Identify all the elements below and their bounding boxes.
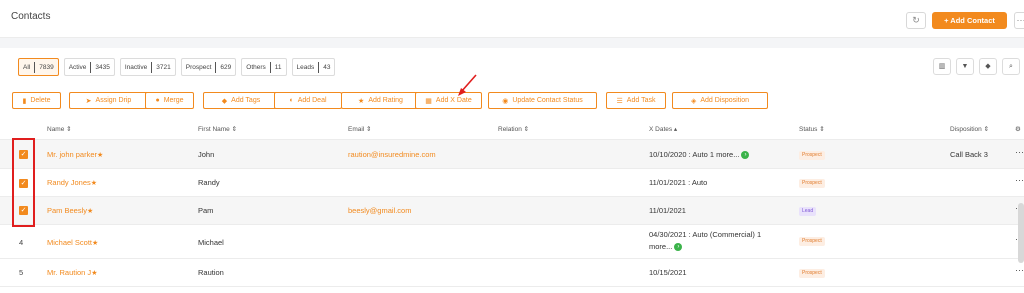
disposition: Call Back 3: [950, 150, 988, 159]
contact-name-link[interactable]: Michael Scott★: [47, 238, 98, 247]
row-menu-icon[interactable]: ⋯: [1015, 147, 1024, 158]
row-number: 5: [19, 268, 24, 277]
refresh-icon: ↻: [912, 15, 920, 25]
users-icon: ●: [155, 97, 160, 104]
table-tools: ▥ ▼ ◆ ⌕: [933, 58, 1020, 75]
column-header-first-name[interactable]: First Name ⇕: [198, 125, 237, 133]
contact-name-link[interactable]: Randy Jones★: [47, 178, 97, 187]
row-menu-icon[interactable]: ⋯: [1015, 175, 1024, 186]
search-icon: ⌕: [1009, 63, 1013, 70]
x-dates: 11/01/2021: [649, 206, 686, 215]
first-name: John: [198, 150, 215, 159]
x-dates-more: more... ›: [649, 242, 683, 252]
calendar-icon: ▦: [425, 97, 432, 105]
trash-icon: ▮: [22, 97, 27, 105]
add-deal-button[interactable]: ◐ Add Deal: [274, 92, 342, 109]
tag-icon: ◆: [985, 63, 991, 70]
table-row[interactable]: 5 Mr. Raution J★ Raution 10/15/2021 Pros…: [0, 259, 1024, 287]
first-name: Pam: [198, 206, 214, 215]
row-menu-icon[interactable]: ⋯: [1015, 265, 1024, 276]
x-dates: 10/15/2021: [649, 268, 687, 277]
more-xdates-icon[interactable]: ›: [674, 243, 683, 252]
column-header-status[interactable]: Status ⇕: [799, 125, 825, 133]
email-link[interactable]: beesly@gmail.com: [348, 206, 411, 215]
table-row[interactable]: ✓ Mr. john parker★ John raution@insuredm…: [0, 140, 1024, 169]
tag-icon: ◆: [221, 97, 228, 105]
vertical-scrollbar[interactable]: [1018, 203, 1024, 263]
star-icon: ★: [358, 97, 365, 105]
status-badge: Prospect: [799, 269, 825, 278]
layers-icon: ◈: [690, 97, 697, 105]
first-name: Randy: [198, 178, 220, 187]
filter-icon: ▼: [961, 63, 969, 70]
x-dates: 04/30/2021 : Auto (Commercial) 1: [649, 230, 762, 239]
status-filter-bar: All 7839 Active 3435 Inactive 3721 Prospect…: [18, 58, 336, 76]
add-task-button[interactable]: ☰ Add Task: [606, 92, 666, 109]
table-header: Name ⇕ First Name ⇕ Email ⇕ Relation ⇕ X…: [0, 118, 1024, 140]
list-icon: ☰: [616, 97, 623, 105]
status-badge: Prospect: [799, 151, 825, 160]
column-header-disposition[interactable]: Disposition ⇕: [950, 125, 989, 133]
status-badge: Prospect: [799, 237, 825, 246]
x-dates: 11/01/2021 : Auto: [649, 178, 708, 187]
send-icon: ➤: [85, 97, 92, 105]
column-header-x-dates[interactable]: X Dates ▴: [649, 125, 677, 133]
star-icon: ★: [91, 270, 98, 277]
row-number: 4: [19, 238, 24, 247]
columns-button[interactable]: ▥: [933, 58, 951, 75]
more-icon: ⋯: [1016, 15, 1024, 25]
assign-drip-button[interactable]: ➤ Assign Drip: [69, 92, 148, 109]
contact-name-link[interactable]: Mr. Raution J★: [47, 268, 97, 277]
table-row[interactable]: ✓ Pam Beesly★ Pam beesly@gmail.com 11/01…: [0, 197, 1024, 225]
more-xdates-icon[interactable]: ›: [741, 151, 750, 160]
top-bar: Contacts ↻ + Add Contact ⋯: [0, 0, 1024, 38]
contact-name-link[interactable]: Mr. john parker★: [47, 150, 103, 159]
status-badge: Prospect: [799, 179, 825, 188]
status-badge: Lead: [799, 207, 817, 216]
table-row[interactable]: ✓ Randy Jones★ Randy 11/01/2021 : Auto P…: [0, 169, 1024, 197]
star-icon: ★: [97, 152, 104, 159]
refresh-button[interactable]: ↻: [906, 12, 926, 29]
filter-active[interactable]: Active 3435: [63, 58, 115, 76]
filter-prospect[interactable]: Prospect 629: [180, 58, 237, 76]
star-icon: ★: [87, 208, 94, 215]
merge-button[interactable]: ● Merge: [145, 92, 194, 109]
filter-button[interactable]: ▼: [956, 58, 974, 75]
filter-all[interactable]: All 7839: [18, 58, 59, 76]
star-icon: ★: [92, 240, 99, 247]
contact-name-link[interactable]: Pam Beesly★: [47, 206, 93, 215]
filter-others[interactable]: Others 11: [241, 58, 287, 76]
update-contact-status-button[interactable]: ◉ Update Contact Status: [488, 92, 597, 109]
add-contact-button[interactable]: + Add Contact: [932, 12, 1007, 29]
page-title: Contacts: [11, 11, 51, 22]
filter-inactive[interactable]: Inactive 3721: [119, 58, 176, 76]
email-link[interactable]: raution@insuredmine.com: [348, 150, 436, 159]
tag-button[interactable]: ◆: [979, 58, 997, 75]
filter-leads[interactable]: Leads 43: [291, 58, 336, 76]
column-header-relation[interactable]: Relation ⇕: [498, 125, 529, 133]
settings-icon[interactable]: ⚙: [1015, 125, 1021, 133]
column-header-email[interactable]: Email ⇕: [348, 125, 372, 133]
columns-icon: ▥: [938, 63, 946, 70]
column-header-name[interactable]: Name ⇕: [47, 125, 72, 133]
user-update-icon: ◉: [502, 97, 509, 105]
more-options-button[interactable]: ⋯: [1014, 12, 1024, 29]
add-x-date-button[interactable]: ▦ Add X Date: [415, 92, 482, 109]
selection-highlight-box: [12, 138, 35, 227]
section-gap: [0, 38, 1024, 48]
star-icon: ★: [90, 180, 98, 187]
handshake-icon: ◐: [289, 97, 294, 104]
add-tags-button[interactable]: ◆ Add Tags: [203, 92, 279, 109]
x-dates: 10/10/2020 : Auto 1 more... ›: [649, 150, 750, 160]
first-name: Michael: [198, 238, 224, 247]
search-button[interactable]: ⌕: [1002, 58, 1020, 75]
first-name: Raution: [198, 268, 224, 277]
add-disposition-button[interactable]: ◈ Add Disposition: [672, 92, 768, 109]
table-row[interactable]: 4 Michael Scott★ Michael 04/30/2021 : Au…: [0, 225, 1024, 259]
delete-button[interactable]: ▮ Delete: [12, 92, 61, 109]
add-rating-button[interactable]: ★ Add Rating: [341, 92, 420, 109]
